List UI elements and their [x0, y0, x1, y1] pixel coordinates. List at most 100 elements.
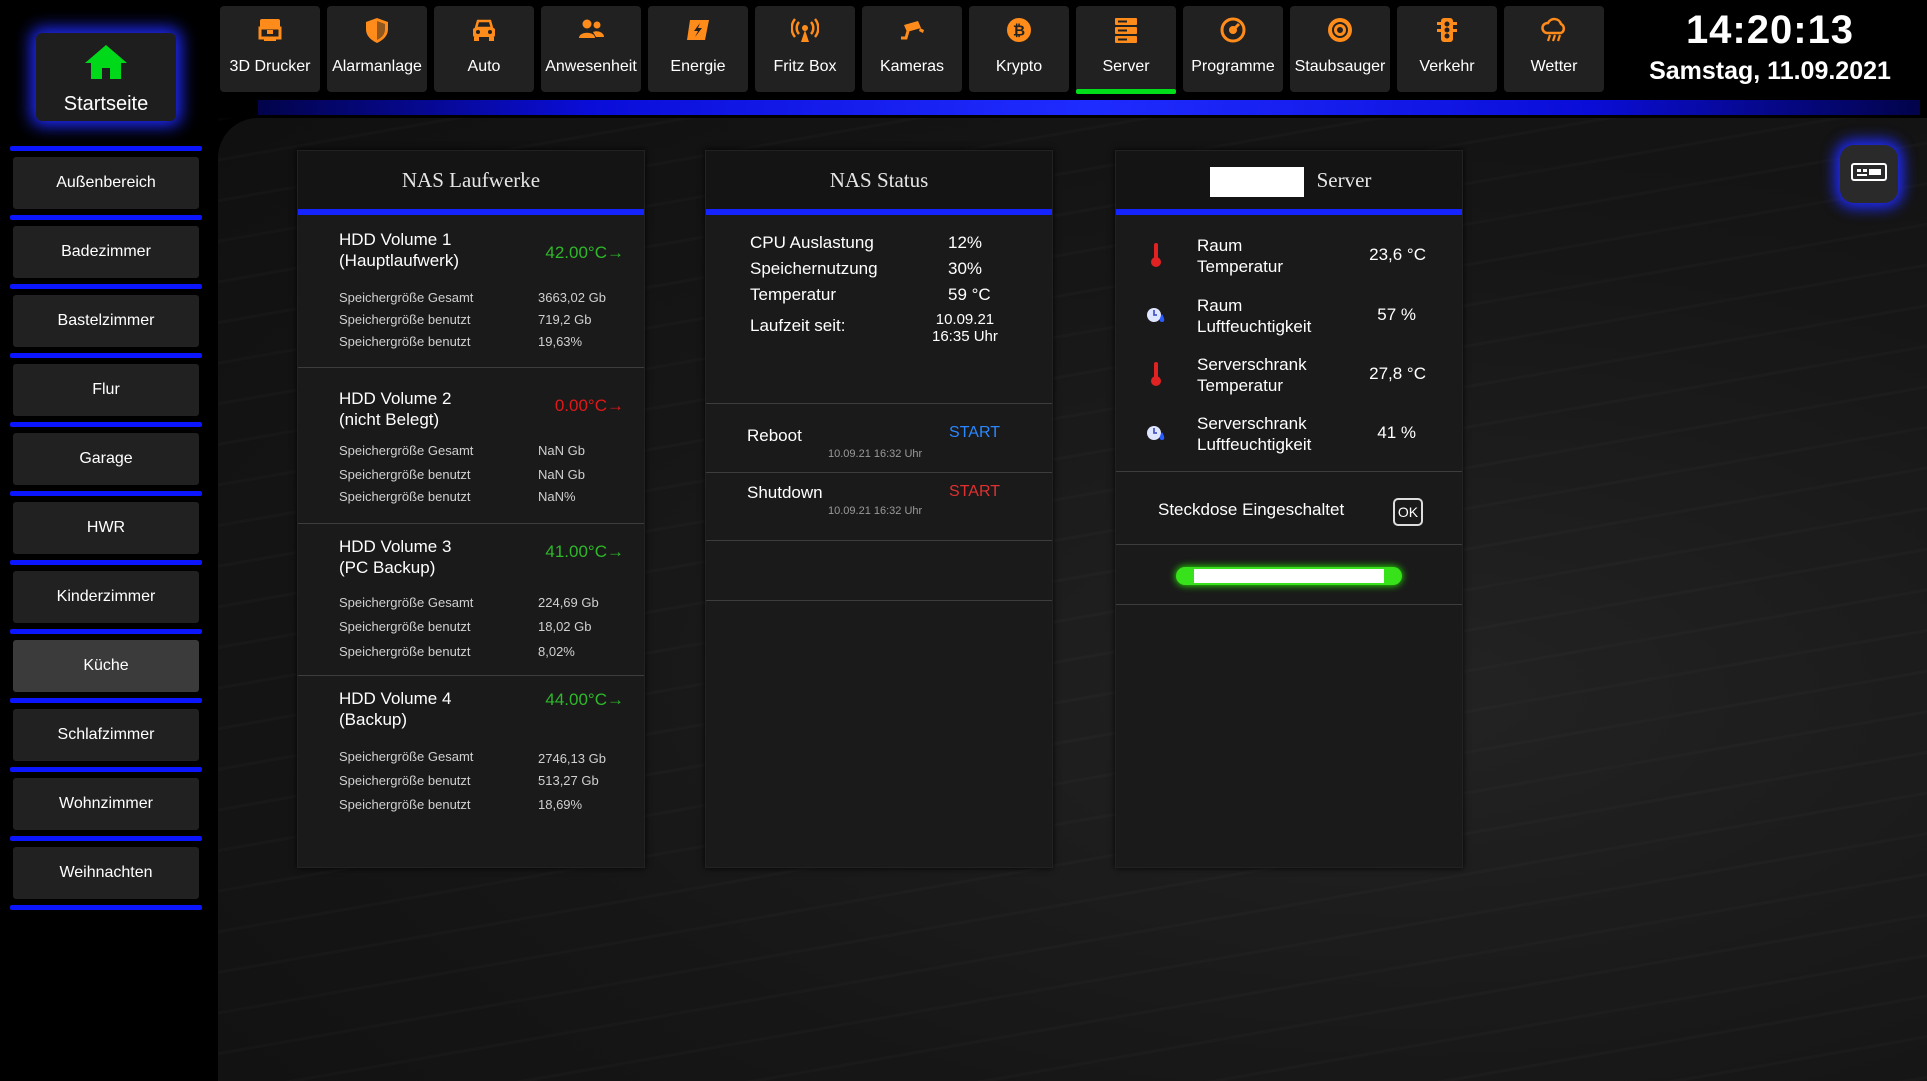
sidebar-item-badezimmer[interactable]: Badezimmer	[13, 226, 199, 278]
tab-3d-drucker[interactable]: 3D Drucker	[220, 6, 320, 92]
program-icon	[1219, 16, 1247, 44]
tab-staubsauger[interactable]: Staubsauger	[1290, 6, 1390, 92]
tab-krypto[interactable]: ₿ Krypto	[969, 6, 1069, 92]
drive-temperature: 0.00°C→	[554, 396, 624, 415]
sensor-label: Serverschrank Luftfeuchtigkeit	[1197, 413, 1311, 455]
panel-toggle-button[interactable]	[1840, 145, 1898, 203]
home-icon	[83, 39, 129, 87]
tab-label: Energie	[670, 58, 726, 75]
sidebar-item-flur[interactable]: Flur	[13, 364, 199, 416]
tab-label: Alarmanlage	[332, 58, 422, 75]
panel-title: NAS Laufwerke	[298, 151, 644, 215]
sensor-label-line1: Serverschrank	[1197, 355, 1307, 374]
server-panel: Server Raum Temperatur 23,6 °C Raum Luft…	[1115, 150, 1463, 868]
sensor-label-line2: Luftfeuchtigkeit	[1197, 317, 1312, 336]
stat-value: 719,2 Gb	[538, 312, 592, 327]
sidebar-item-kinderzimmer[interactable]: Kinderzimmer	[13, 571, 199, 623]
plug-ok-button[interactable]: OK	[1393, 498, 1423, 526]
stat-value: 3663,02 Gb	[538, 290, 606, 305]
stat-label: Speichergröße Gesamt	[339, 290, 474, 305]
sidebar-item-aussenbereich[interactable]: Außenbereich	[13, 157, 199, 209]
drive-name: HDD Volume 4 (Backup)	[339, 688, 451, 730]
tab-label: Anwesenheit	[545, 58, 637, 75]
tab-alarmanlage[interactable]: Alarmanlage	[327, 6, 427, 92]
stat-label: Speichergröße benutzt	[339, 489, 471, 504]
uptime-date: 10.09.21	[935, 311, 995, 328]
tab-energie[interactable]: Energie	[648, 6, 748, 92]
sensor-value: 23,6 °C	[1369, 245, 1426, 264]
home-label: Startseite	[63, 92, 149, 115]
sensor-row: Raum Temperatur 23,6 °C	[1116, 225, 1462, 285]
sidebar-item-garage[interactable]: Garage	[13, 433, 199, 485]
stat-label: Speichergröße benutzt	[339, 773, 471, 788]
sidebar-separator	[10, 560, 202, 565]
tab-anwesenheit[interactable]: Anwesenheit	[541, 6, 641, 92]
online-status-row	[1116, 545, 1462, 605]
drive-temperature: 44.00°C→	[545, 690, 624, 709]
keyboard-icon	[1851, 162, 1887, 187]
tab-label: Krypto	[995, 58, 1043, 75]
camera-icon	[898, 16, 926, 44]
reboot-start-button[interactable]: START	[949, 424, 1000, 442]
bitcoin-icon: ₿	[1005, 16, 1033, 44]
sidebar-separator	[10, 491, 202, 496]
tab-verkehr[interactable]: Verkehr	[1397, 6, 1497, 92]
svg-text:₿: ₿	[1013, 22, 1025, 40]
sensor-label: Raum Temperatur	[1197, 235, 1283, 277]
sidebar-separator	[10, 905, 202, 910]
uptime-label: Laufzeit seit:	[750, 316, 846, 335]
stat-label: Speichergröße Gesamt	[339, 749, 474, 764]
uptime-time: 16:35 Uhr	[932, 328, 998, 345]
sensor-value: 41 %	[1377, 423, 1416, 442]
shutdown-start-button[interactable]: START	[949, 483, 1000, 501]
tab-fritz-box[interactable]: Fritz Box	[755, 6, 855, 92]
tab-programme[interactable]: Programme	[1183, 6, 1283, 92]
stat-value: 19,63%	[538, 334, 583, 349]
stat-value: NaN Gb	[538, 467, 585, 482]
cpu-label: CPU Auslastung	[750, 233, 874, 252]
weather-icon	[1540, 16, 1568, 44]
tab-label: Programme	[1191, 58, 1275, 75]
tab-kameras[interactable]: Kameras	[862, 6, 962, 92]
sidebar-separator	[10, 629, 202, 634]
sensor-label-line2: Luftfeuchtigkeit	[1197, 435, 1312, 454]
sidebar-item-kueche[interactable]: Küche	[13, 640, 199, 692]
drive-name-line1: HDD Volume 2	[339, 389, 452, 408]
stat-label: Speichergröße benutzt	[339, 467, 471, 482]
tab-auto[interactable]: Auto	[434, 6, 534, 92]
clock: 14:20:13 Samstag, 11.09.2021	[1620, 8, 1920, 86]
home-button[interactable]: Startseite	[36, 33, 176, 121]
sensor-row: Raum Luftfeuchtigkeit 57 %	[1116, 285, 1462, 345]
stat-value: 8,02%	[538, 644, 575, 659]
cpu-value: 12%	[948, 233, 983, 252]
sidebar-item-weihnachten[interactable]: Weihnachten	[13, 847, 199, 899]
tab-server[interactable]: Server	[1076, 6, 1176, 94]
server-icon	[1112, 16, 1140, 44]
printer-3d-icon	[256, 16, 284, 44]
sensor-value: 57 %	[1377, 305, 1416, 324]
drive-name-line2: (PC Backup)	[339, 558, 436, 577]
drive-name: HDD Volume 2 (nicht Belegt)	[339, 388, 451, 430]
router-icon	[791, 16, 819, 44]
sensor-label-line1: Serverschrank	[1197, 414, 1307, 433]
sidebar-item-hwr[interactable]: HWR	[13, 502, 199, 554]
sidebar-item-wohnzimmer[interactable]: Wohnzimmer	[13, 778, 199, 830]
sidebar-item-schlafzimmer[interactable]: Schlafzimmer	[13, 709, 199, 761]
stat-label: Speichergröße benutzt	[339, 619, 471, 634]
tab-wetter[interactable]: Wetter	[1504, 6, 1604, 92]
sensor-label-line1: Raum	[1197, 296, 1243, 315]
stat-value: 2746,13 Gb	[538, 751, 606, 766]
sidebar-separator	[10, 836, 202, 841]
sidebar: Außenbereich Badezimmer Bastelzimmer Flu…	[10, 146, 202, 910]
top-navigation: 3D Drucker Alarmanlage Auto Anwesenheit …	[220, 6, 1611, 94]
humidity-icon	[1142, 418, 1170, 448]
tab-label: Wetter	[1530, 58, 1578, 75]
sensor-row: Serverschrank Temperatur 27,8 °C	[1116, 344, 1462, 404]
stat-label: Speichergröße benutzt	[339, 312, 471, 327]
sidebar-item-bastelzimmer[interactable]: Bastelzimmer	[13, 295, 199, 347]
vacuum-icon	[1326, 16, 1354, 44]
header-accent-stripe	[258, 100, 1920, 115]
reboot-label: Reboot	[747, 426, 802, 445]
drive-name-line2: (nicht Belegt)	[339, 410, 440, 429]
panel-header: Server	[1116, 151, 1462, 215]
